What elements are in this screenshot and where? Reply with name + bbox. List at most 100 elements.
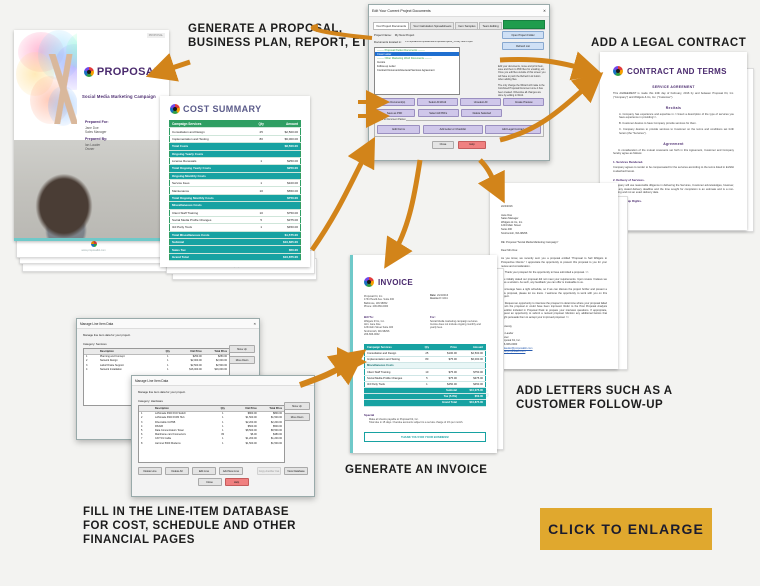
save-as-pdf-button[interactable]: Save as PDF: [374, 109, 416, 118]
edit-line-button[interactable]: Edit Line: [192, 467, 216, 476]
contract-agreement-heading: Agreement: [663, 141, 684, 146]
open-project-folder-button[interactable]: Open Project Folder: [502, 31, 544, 40]
letter-date: 2/24/2016: [501, 205, 513, 208]
dialog-bottom-buttons[interactable]: Close Help: [132, 478, 314, 487]
arrow-to-invoice: [384, 159, 423, 269]
move-up-button[interactable]: Move Up: [229, 345, 255, 354]
delete-selected-button[interactable]: Delete Selected: [461, 109, 503, 118]
cell-amount: $250.00: [271, 164, 301, 173]
click-to-enlarge-button[interactable]: CLICK TO ENLARGE: [540, 508, 712, 550]
project-name-value: My New Project: [394, 33, 415, 37]
close-button[interactable]: Close: [432, 140, 454, 149]
delete-all-button[interactable]: Delete All: [165, 467, 189, 476]
select-all-pdfs-button[interactable]: Select All PDFs: [417, 109, 459, 118]
cell-qty: 1: [167, 367, 169, 371]
table-header-row: Campaign Services Qty Amount: [169, 120, 301, 129]
move-down-button[interactable]: Move Down: [284, 413, 310, 422]
grid-col-index: [139, 406, 153, 411]
invoice-title: INVOICE: [378, 277, 413, 287]
cell-description: Consultation and Design: [169, 127, 251, 136]
grid-col-qty: Qty: [220, 406, 225, 410]
cover-footer-bar: [14, 238, 169, 241]
cell-qty: [250, 231, 272, 240]
invoice-for-value: Social Media marketing campaign services…: [430, 319, 481, 330]
contract-recital-b: B. Customer desires to have Company prov…: [619, 122, 697, 126]
cost-summary-document[interactable]: COST SUMMARY Campaign Services Qty Amount C…: [160, 96, 310, 267]
dialog-right-buttons[interactable]: Open Project Folder Refresh List: [502, 31, 544, 53]
eye-logo-icon: [83, 67, 94, 77]
documents-listbox[interactable]: -------- Proposal Packet Documents -----…: [374, 47, 460, 95]
view-database-button[interactable]: View Database: [284, 467, 308, 476]
cell-description: Social Media Profile Changes: [169, 216, 251, 225]
unselect-all-button[interactable]: Unselect All: [460, 98, 501, 107]
edit-project-documents-dialog[interactable]: Edit Your Current Project Documents ✕ Yo…: [368, 4, 550, 161]
list-item[interactable]: Contract Documents\General Services Agre…: [375, 68, 459, 72]
edit-forms-button[interactable]: Edit Forms: [377, 125, 421, 134]
create-preview-button[interactable]: Create Preview: [503, 98, 544, 107]
click-to-enlarge-label: CLICK TO ENLARGE: [548, 521, 704, 537]
table-row: Implementation and Testing 80 $6,000.00: [169, 135, 301, 144]
add-letter-checklist-button[interactable]: Add Letter or Checklist: [422, 125, 483, 134]
cell-total-amount: $10,875.00: [458, 399, 486, 407]
add-new-line-button[interactable]: Add New Line: [219, 467, 243, 476]
add-to-packet-group: Add to Document Packet Edit Forms Add Le…: [374, 117, 544, 137]
cover-subtitle: Social Media Marketing Campaign: [82, 94, 156, 99]
move-down-button[interactable]: Move Down: [229, 356, 255, 365]
cover-prepared-by-block: Prepared By: Ian Lauder Owner: [85, 137, 141, 151]
grid-row[interactable]: 8 Jarmnet 5000 Modems 1 $1,500.00 $1,500.00: [139, 441, 284, 445]
followup-letter-document[interactable]: 2/24/2016 Jane Doe Sales Manager Widgets…: [490, 183, 618, 369]
tab-2[interactable]: Item Samples: [455, 22, 479, 29]
grid-row[interactable]: 4 Network Installation 1 $16,000.00 $16,000.…: [84, 367, 229, 371]
help-button[interactable]: Help: [458, 140, 486, 149]
dialog-footer-buttons[interactable]: Close Help: [369, 140, 549, 149]
dialog-button-row-1[interactable]: Open Document(s) Select All Word Unselec…: [374, 98, 544, 107]
line-item-grid[interactable]: Description Qty Unit Price Total Price 1…: [138, 405, 285, 463]
cell-description: Total Ongoing Monthly Costs: [169, 194, 251, 203]
cell-amount: $375.00: [271, 216, 301, 225]
help-button[interactable]: Help: [224, 478, 249, 487]
tab-1[interactable]: Your Calculation Spreadsheets: [410, 22, 455, 29]
dialog-button-row-2[interactable]: Save as PDF Select All PDFs Delete Selec…: [374, 109, 544, 118]
grid-side-buttons[interactable]: Move Up Move Down: [284, 402, 310, 424]
dialog-tabs[interactable]: Your Project Documents Your Calculation S…: [373, 20, 545, 30]
proposal-cover-document[interactable]: PROPOSAL PROPOSAL Social Media Marketing…: [14, 30, 169, 241]
close-button[interactable]: Close: [197, 478, 222, 487]
delete-line-button[interactable]: Delete Line: [138, 467, 162, 476]
letter-salutation: Dear Mrs Doe:: [501, 248, 518, 252]
contract-recital-a: A. Company has experience and expertise …: [619, 112, 734, 120]
cell-qty: 25: [250, 127, 272, 136]
tab-3[interactable]: Team Editing: [479, 22, 502, 29]
grid-side-buttons[interactable]: Move Up Move Down: [229, 345, 255, 367]
cell-amount: $100.00: [271, 179, 301, 188]
grid-col-qty: Qty: [165, 349, 170, 353]
refresh-list-button[interactable]: Refresh List: [502, 42, 544, 51]
close-icon[interactable]: ✕: [253, 322, 256, 326]
category-label: Category: Services: [83, 342, 107, 346]
cover-logo: PROPOSAL: [83, 66, 161, 78]
dialog-footer-buttons[interactable]: Delete Line Delete All Edit Line Add New…: [138, 467, 308, 476]
manage-line-item-dialog-2[interactable]: Manage Line Item Data ✕ Manage line item…: [131, 375, 315, 497]
open-documents-button[interactable]: Open Document(s): [374, 98, 415, 107]
cover-corner-tag: PROPOSAL: [146, 33, 165, 38]
table-row: Sales Tax $50.00: [169, 245, 301, 254]
dialog-subtitle: Manage line item data for your project.: [83, 333, 131, 337]
grid-col-index: [84, 349, 98, 354]
copy-another-cat-button: Copy Another Cat: [257, 467, 281, 476]
contract-section-2-text: Company will use reasonable diligence in…: [613, 183, 734, 195]
cell-description: Client Staff Training: [169, 209, 251, 217]
add-legal-contract-button[interactable]: Add Legal Contract: [485, 125, 541, 134]
select-all-word-button[interactable]: Select All Word: [417, 98, 458, 107]
overview-canvas: GENERATE A PROPOSAL, BUSINESS PLAN, REPO…: [0, 0, 760, 586]
close-icon[interactable]: ✕: [308, 379, 311, 383]
move-up-button[interactable]: Move Up: [284, 402, 310, 411]
cell-description: License Renewals: [169, 157, 251, 166]
invoice-document[interactable]: MARKETING INVOICE Proposal Kit, Inc. 173…: [350, 255, 497, 453]
close-icon[interactable]: ✕: [543, 9, 546, 13]
dialog-title: Edit Your Current Project Documents: [372, 8, 431, 13]
table-row: 3rd Party Tools 1 $450.00: [169, 223, 301, 232]
letter-website-link[interactable]: www.proposalkit.com: [501, 350, 607, 354]
tab-0[interactable]: Your Project Documents: [373, 22, 410, 29]
contract-heading: SERVICE AGREEMENT: [652, 85, 695, 89]
logo-dot-icon: [90, 241, 97, 247]
cell-qty: 10: [250, 186, 272, 195]
